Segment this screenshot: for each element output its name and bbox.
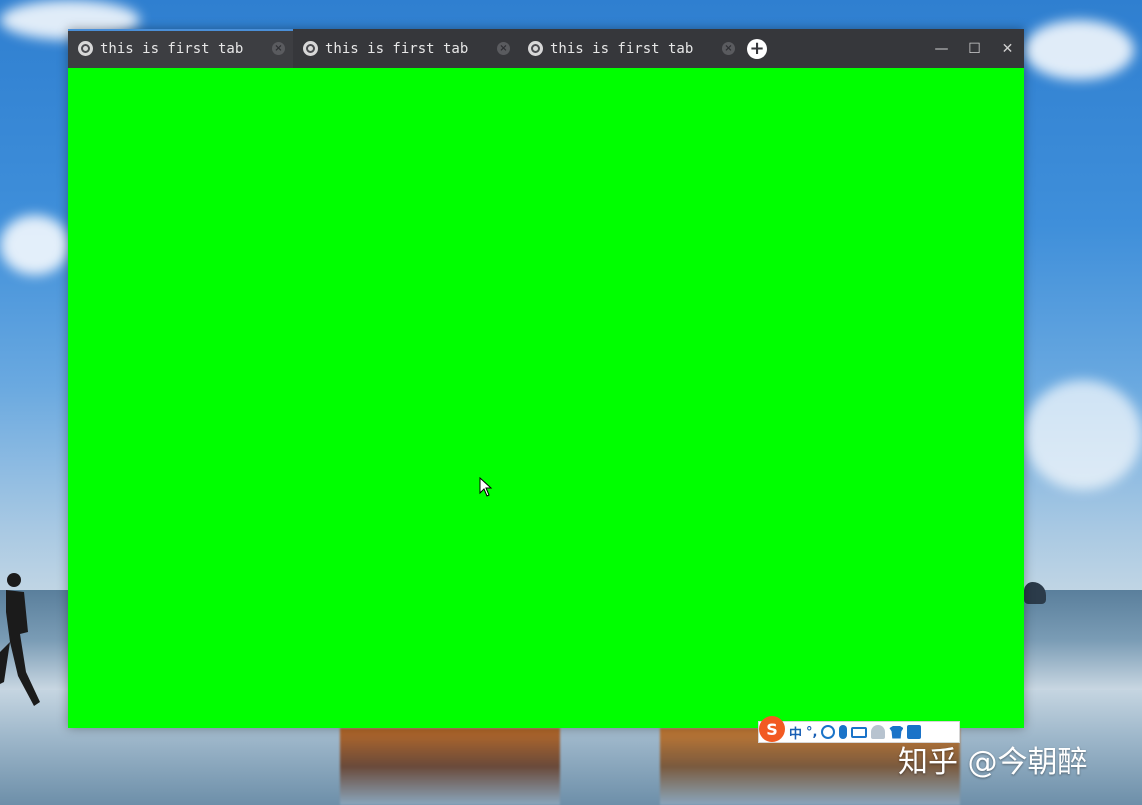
tab-title: this is first tab — [325, 40, 469, 57]
tab-title: this is first tab — [550, 40, 694, 57]
app-window: this is first tab × this is first tab × … — [68, 29, 1024, 728]
mouse-cursor-icon — [479, 477, 493, 497]
tab-app-icon — [303, 41, 318, 56]
tab-app-icon — [78, 41, 93, 56]
tab-close-icon[interactable]: × — [722, 42, 735, 55]
user-icon[interactable] — [871, 725, 886, 739]
tab-app-icon — [528, 41, 543, 56]
tab-close-icon[interactable]: × — [497, 42, 510, 55]
minimize-icon[interactable]: — — [925, 29, 958, 68]
close-icon[interactable]: ✕ — [991, 29, 1024, 68]
cloud — [1024, 20, 1134, 80]
microphone-icon[interactable] — [839, 725, 848, 739]
title-bar[interactable]: this is first tab × this is first tab × … — [68, 29, 1024, 68]
tab-title: this is first tab — [100, 40, 244, 57]
tab-2[interactable]: this is first tab × — [293, 29, 518, 68]
window-controls: — ☐ ✕ — [925, 29, 1024, 68]
cloud — [0, 215, 70, 275]
tab-close-icon[interactable]: × — [272, 42, 285, 55]
rock-reflection — [340, 728, 560, 805]
runner-silhouette — [0, 573, 40, 706]
cloud — [1024, 380, 1142, 490]
sogou-logo-icon[interactable]: S — [759, 716, 785, 742]
ime-punctuation-mode[interactable]: °, — [806, 725, 817, 740]
tab-content-area[interactable] — [68, 68, 1024, 728]
ime-chinese-mode[interactable]: 中 — [789, 723, 802, 742]
keyboard-icon[interactable] — [851, 726, 868, 738]
new-tab-plus-icon[interactable]: + — [747, 38, 767, 59]
maximize-icon[interactable]: ☐ — [958, 29, 991, 68]
tab-1[interactable]: this is first tab × — [68, 29, 293, 68]
rock — [1024, 582, 1046, 604]
tab-3[interactable]: this is first tab × — [518, 29, 743, 68]
emoji-icon[interactable] — [821, 725, 836, 739]
watermark-text: 知乎 @今朝醉 — [898, 745, 1088, 780]
